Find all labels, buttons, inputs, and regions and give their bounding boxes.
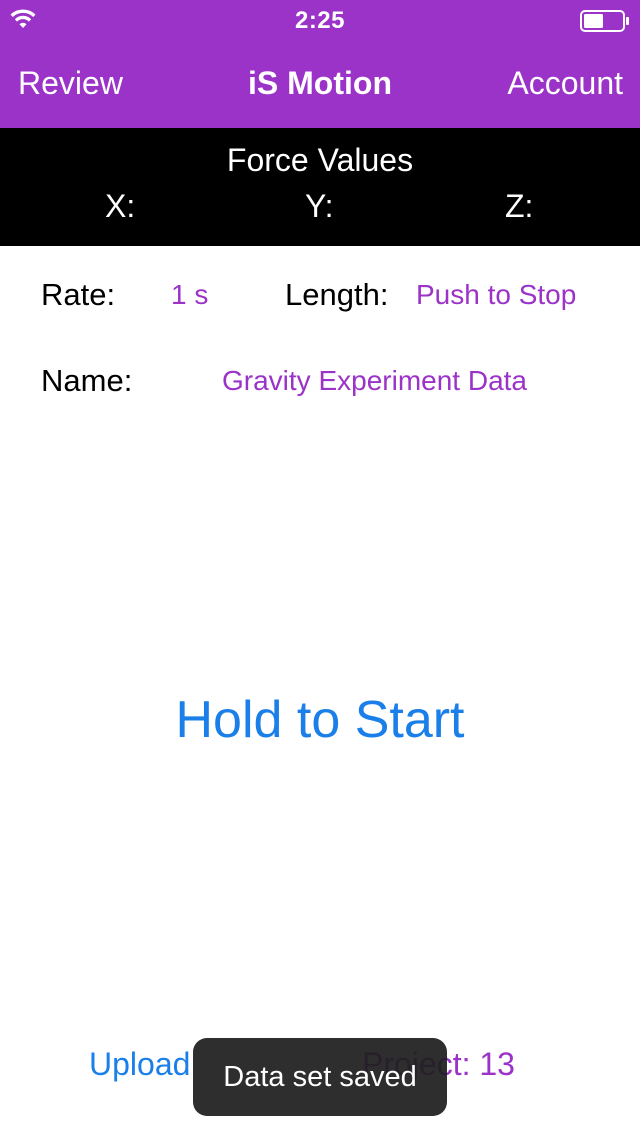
navigation-bar: Review iS Motion Account: [0, 40, 640, 128]
account-button[interactable]: Account: [507, 65, 623, 102]
rate-label: Rate:: [41, 277, 116, 312]
rate-value-button[interactable]: 1 s: [171, 279, 208, 311]
length-value-button[interactable]: Push to Stop: [416, 279, 576, 311]
name-label: Name:: [41, 363, 133, 398]
force-x-label: X:: [105, 188, 136, 224]
toast-notification: Data set saved: [193, 1038, 447, 1116]
force-y-label: Y:: [305, 188, 334, 224]
name-value-field[interactable]: Gravity Experiment Data: [222, 365, 527, 397]
length-label: Length:: [285, 277, 389, 312]
upload-button[interactable]: Upload: [89, 1046, 190, 1083]
status-time: 2:25: [294, 7, 346, 34]
force-values-panel: Force Values X: Y: Z:: [0, 128, 640, 246]
force-values-title: Force Values: [226, 142, 414, 178]
hold-to-start-button[interactable]: Hold to Start: [0, 690, 640, 750]
force-z-label: Z:: [505, 188, 534, 224]
status-bar: 2:25: [0, 0, 640, 40]
battery-icon: [580, 10, 629, 32]
